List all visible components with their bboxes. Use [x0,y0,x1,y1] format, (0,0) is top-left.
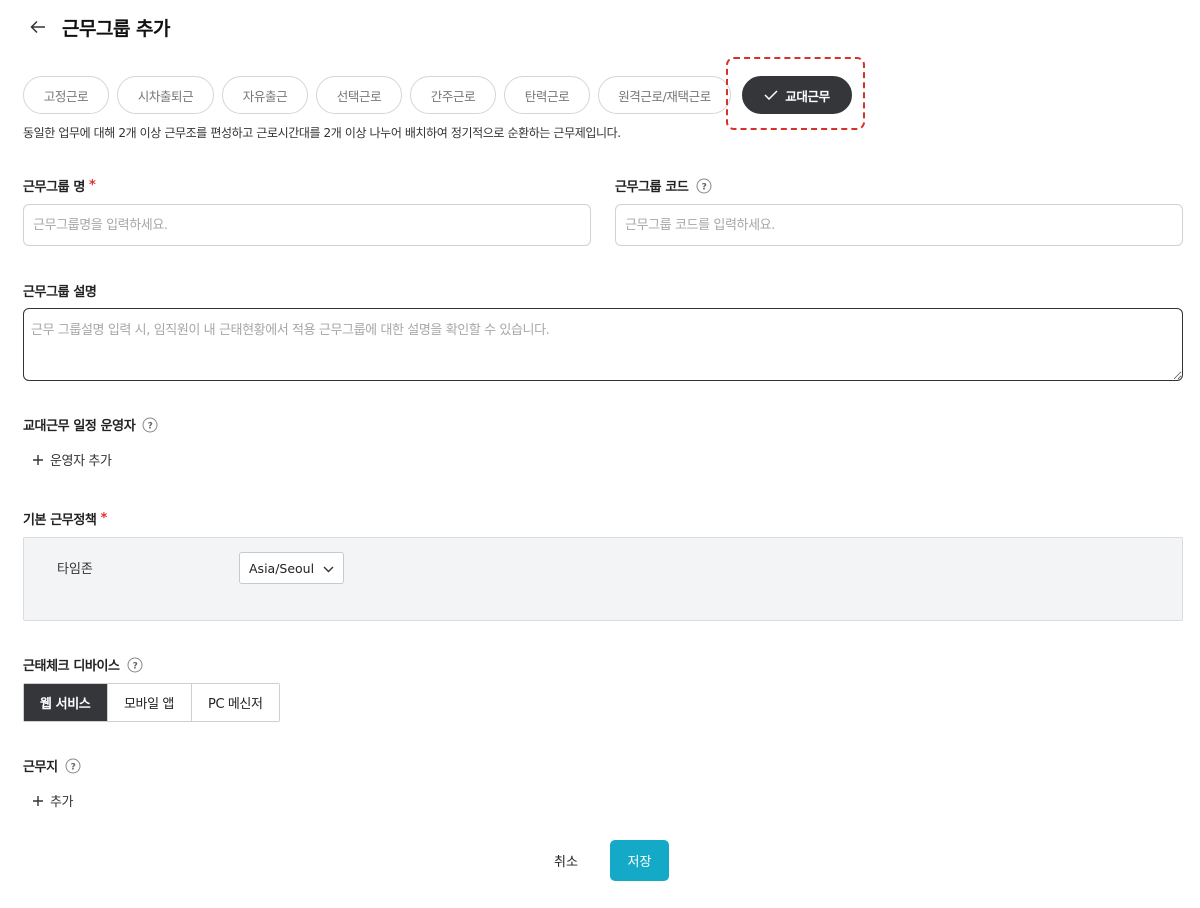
base-policy-label: 기본 근무정책 * [23,511,108,528]
add-workplace-button[interactable]: 추가 [32,791,74,810]
svg-text:?: ? [148,421,153,431]
group-description-label: 근무그룹 설명 [23,285,97,300]
group-name-input[interactable] [23,204,591,246]
help-icon[interactable]: ? [696,178,712,194]
page-header: 근무그룹 추가 [28,12,171,42]
add-operator-button[interactable]: 운영자 추가 [32,450,112,469]
work-type-chip-free[interactable]: 자유출근 [222,76,308,114]
work-type-selector: 고정근로 시차출퇴근 자유출근 선택근로 간주근로 탄력근로 원격근로/재택근로… [23,76,852,114]
timezone-label: 타임존 [57,562,93,577]
timezone-select[interactable]: Asia/Seoul [239,552,344,584]
work-type-chip-staggered[interactable]: 시차출퇴근 [117,76,214,114]
device-option-web[interactable]: 웹 서비스 [24,684,107,721]
cancel-button[interactable]: 취소 [545,843,587,877]
plus-icon [32,795,44,807]
work-type-description: 동일한 업무에 대해 2개 이상 근무조를 편성하고 근로시간대를 2개 이상 … [23,126,621,140]
group-code-label: 근무그룹 코드 ? [615,176,712,195]
group-description-textarea[interactable] [23,308,1183,381]
svg-text:?: ? [132,661,137,671]
save-button[interactable]: 저장 [610,840,669,881]
shift-operator-label: 교대근무 일정 운영자 ? [23,415,158,434]
chevron-down-icon [323,561,334,576]
arrow-left-icon[interactable] [28,17,48,37]
work-type-chip-deemed[interactable]: 간주근로 [410,76,496,114]
device-option-pc-messenger[interactable]: PC 메신저 [191,684,279,721]
page-title: 근무그룹 추가 [62,17,171,40]
svg-text:?: ? [70,762,75,772]
work-type-chip-remote[interactable]: 원격근로/재택근로 [598,76,731,114]
group-name-label: 근무그룹 명 * [23,178,96,195]
device-option-mobile[interactable]: 모바일 앱 [107,684,191,721]
workplace-label: 근무지 ? [23,756,81,775]
plus-icon [32,454,44,466]
work-type-chip-selective[interactable]: 선택근로 [316,76,402,114]
help-icon[interactable]: ? [142,417,158,433]
base-policy-panel: 타임존 Asia/Seoul [23,537,1183,621]
group-code-input[interactable] [615,204,1183,246]
work-type-chip-flexible[interactable]: 탄력근로 [504,76,590,114]
required-mark: * [100,511,108,526]
help-icon[interactable]: ? [65,758,81,774]
work-type-chip-shift[interactable]: 교대근무 [742,76,852,114]
check-device-segmented-control: 웹 서비스 모바일 앱 PC 메신저 [23,683,280,722]
check-icon [764,90,778,100]
work-type-chip-fixed[interactable]: 고정근로 [23,76,109,114]
check-device-label: 근태체크 디바이스 ? [23,655,143,674]
svg-text:?: ? [701,182,706,192]
help-icon[interactable]: ? [127,657,143,673]
required-mark: * [88,178,96,193]
